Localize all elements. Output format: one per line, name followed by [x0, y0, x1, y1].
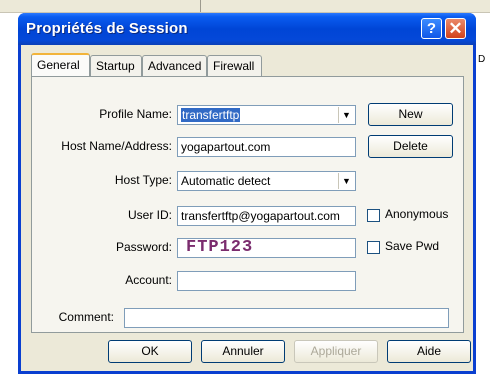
- help-button[interactable]: Aide: [387, 340, 471, 363]
- password-input[interactable]: FTP123: [177, 238, 356, 258]
- profile-name-value: transfertftp: [181, 108, 241, 122]
- user-id-label: User ID:: [127, 208, 172, 222]
- host-input[interactable]: yogapartout.com: [177, 137, 356, 157]
- delete-button[interactable]: Delete: [368, 135, 453, 158]
- user-id-input[interactable]: transfertftp@yogapartout.com: [177, 206, 356, 226]
- tab-general[interactable]: General: [31, 53, 90, 77]
- comment-label: Comment:: [58, 310, 114, 324]
- cancel-button[interactable]: Annuler: [201, 340, 285, 363]
- save-pwd-checkbox[interactable]: [367, 241, 380, 254]
- account-input[interactable]: [177, 271, 356, 291]
- apply-button: Appliquer: [294, 340, 378, 363]
- ok-button[interactable]: OK: [108, 340, 192, 363]
- chevron-down-icon[interactable]: ▼: [338, 173, 354, 189]
- host-type-label: Host Type:: [114, 173, 172, 187]
- anonymous-label[interactable]: Anonymous: [385, 207, 448, 221]
- new-button[interactable]: New: [368, 103, 453, 126]
- session-properties-dialog: Propriétés de Session ? ✕ General Startu…: [18, 13, 476, 374]
- host-type-value: Automatic detect: [181, 174, 271, 188]
- tab-startup[interactable]: Startup: [90, 55, 142, 76]
- tab-advanced[interactable]: Advanced: [142, 55, 207, 76]
- comment-input[interactable]: [124, 308, 449, 328]
- background-divider: [200, 0, 201, 13]
- account-label: Account:: [125, 273, 172, 287]
- background-toolbar: [0, 0, 490, 13]
- background-edge-text: D: [478, 54, 486, 65]
- password-label: Password:: [115, 240, 172, 254]
- host-label: Host Name/Address:: [61, 139, 172, 153]
- title-bar[interactable]: Propriétés de Session ? ✕: [18, 13, 476, 45]
- tab-firewall[interactable]: Firewall: [207, 55, 262, 76]
- chevron-down-icon[interactable]: ▼: [338, 107, 354, 123]
- help-icon[interactable]: ?: [421, 18, 442, 39]
- password-value: FTP123: [186, 238, 254, 257]
- profile-name-select[interactable]: transfertftp ▼: [177, 105, 356, 125]
- save-pwd-label[interactable]: Save Pwd: [385, 239, 439, 253]
- host-type-select[interactable]: Automatic detect ▼: [177, 171, 356, 191]
- window-title: Propriétés de Session: [26, 20, 188, 37]
- profile-name-label: Profile Name:: [99, 107, 172, 121]
- close-icon[interactable]: ✕: [445, 18, 466, 39]
- general-panel: Profile Name: transfertftp ▼ Host Name/A…: [31, 76, 464, 333]
- anonymous-checkbox[interactable]: [367, 209, 380, 222]
